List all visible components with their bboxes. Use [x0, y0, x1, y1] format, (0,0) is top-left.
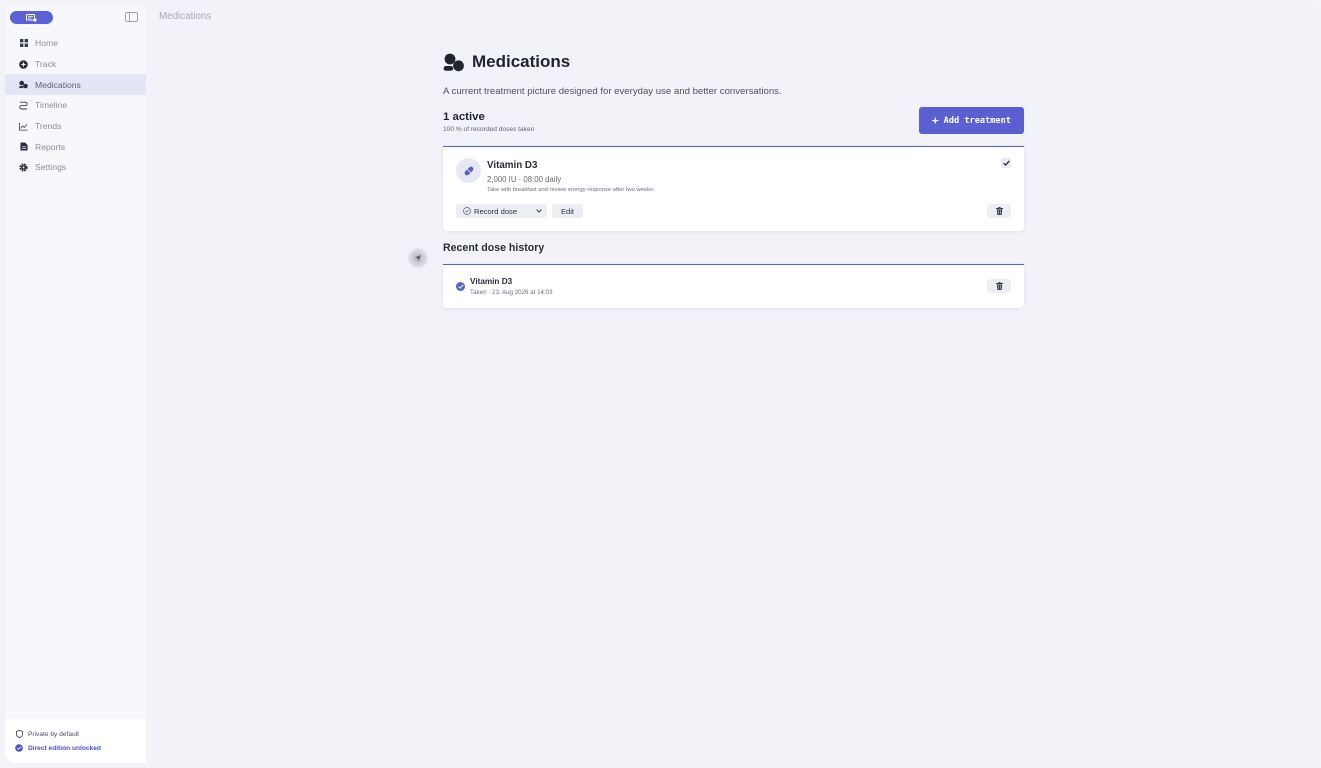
sidebar-nav: Home Track Medications Timeline Trends R…	[5, 33, 146, 178]
record-dose-button[interactable]: Record dose	[456, 204, 531, 218]
main-content: Medications A current treatment picture …	[443, 50, 1024, 308]
medication-avatar	[456, 158, 481, 183]
check-circle-icon	[463, 207, 471, 215]
chart-line-icon	[19, 122, 28, 131]
medication-dose: 2,000 IU · 08:00 daily	[487, 175, 562, 184]
sidebar: Home Track Medications Timeline Trends R…	[5, 5, 146, 763]
sidebar-item-label: Medications	[35, 79, 81, 90]
document-icon	[19, 142, 28, 151]
add-treatment-button[interactable]: + Add treatment	[919, 107, 1024, 134]
sidebar-item-medications[interactable]: Medications	[5, 74, 146, 96]
dose-history-heading: Recent dose history	[443, 242, 545, 254]
brand-logo-button[interactable]	[10, 11, 53, 24]
edition-status: Direct edition unlocked	[15, 741, 146, 755]
topbar-title: Medications	[159, 11, 212, 22]
sidebar-item-home[interactable]: Home	[5, 33, 146, 54]
sidebar-footer: Private by default Direct edition unlock…	[5, 719, 146, 763]
trash-icon	[995, 282, 1003, 290]
sidebar-item-label: Timeline	[35, 100, 68, 111]
sidebar-item-label: Track	[35, 59, 57, 70]
app-logo-icon	[26, 13, 37, 22]
medication-active-checkbox[interactable]	[1001, 158, 1011, 168]
grid-icon	[19, 39, 28, 48]
app-window: Home Track Medications Timeline Trends R…	[0, 0, 1321, 768]
record-dose-label: Record dose	[474, 206, 518, 216]
sidebar-item-label: Settings	[35, 162, 67, 173]
route-icon	[19, 101, 28, 110]
medication-note: Take with breakfast and review energy re…	[487, 187, 655, 193]
sidebar-item-timeline[interactable]: Timeline	[5, 95, 146, 116]
record-dose-options-button[interactable]	[531, 204, 547, 218]
sidebar-item-track[interactable]: Track	[5, 54, 146, 75]
delete-history-entry-button[interactable]	[987, 279, 1011, 293]
record-dose-control: Record dose Edit	[456, 204, 583, 218]
medication-card: Vitamin D3 2,000 IU · 08:00 daily Take w…	[443, 146, 1024, 231]
privacy-status: Private by default	[15, 727, 146, 741]
sidebar-item-settings[interactable]: Settings	[5, 157, 146, 178]
pills-icon	[19, 80, 28, 89]
cursor-arrow-icon	[415, 255, 421, 261]
history-entry-name: Vitamin D3	[470, 277, 513, 286]
delete-medication-button[interactable]	[987, 204, 1011, 218]
page-title-text: Medications	[472, 52, 571, 71]
gear-icon	[19, 163, 28, 172]
sidebar-item-label: Trends	[35, 121, 62, 132]
plus-circle-icon	[19, 59, 28, 69]
treatment-summary: 1 active 100 % of recorded doses taken +…	[443, 107, 1024, 139]
history-entry-meta: Taken · 23. Aug 2026 at 14:03	[470, 289, 553, 296]
mouse-cursor	[408, 248, 428, 268]
sidebar-item-label: Reports	[35, 141, 66, 152]
page-title: Medications	[443, 50, 1024, 74]
privacy-label: Private by default	[28, 730, 79, 738]
taken-check-icon	[456, 282, 465, 291]
sidebar-item-trends[interactable]: Trends	[5, 116, 146, 137]
edit-medication-button[interactable]: Edit	[552, 204, 583, 218]
dose-history-list: Vitamin D3 Taken · 23. Aug 2026 at 14:03	[443, 264, 1024, 308]
chevron-down-icon	[536, 209, 542, 213]
sidebar-toggle-icon	[125, 11, 138, 22]
add-treatment-label: Add treatment	[943, 115, 1011, 126]
page-subtitle: A current treatment picture designed for…	[443, 86, 782, 97]
verified-badge-icon	[15, 744, 23, 752]
sidebar-item-label: Home	[35, 38, 58, 49]
sidebar-item-reports[interactable]: Reports	[5, 136, 146, 157]
edition-label: Direct edition unlocked	[28, 744, 101, 752]
capsule-icon	[464, 166, 473, 175]
check-icon	[1002, 160, 1010, 166]
medication-name: Vitamin D3	[487, 160, 538, 171]
shield-icon	[15, 730, 23, 738]
plus-icon: +	[932, 114, 939, 127]
sidebar-toggle-button[interactable]	[125, 11, 138, 22]
pills-icon	[443, 52, 465, 72]
trash-icon	[995, 207, 1003, 215]
